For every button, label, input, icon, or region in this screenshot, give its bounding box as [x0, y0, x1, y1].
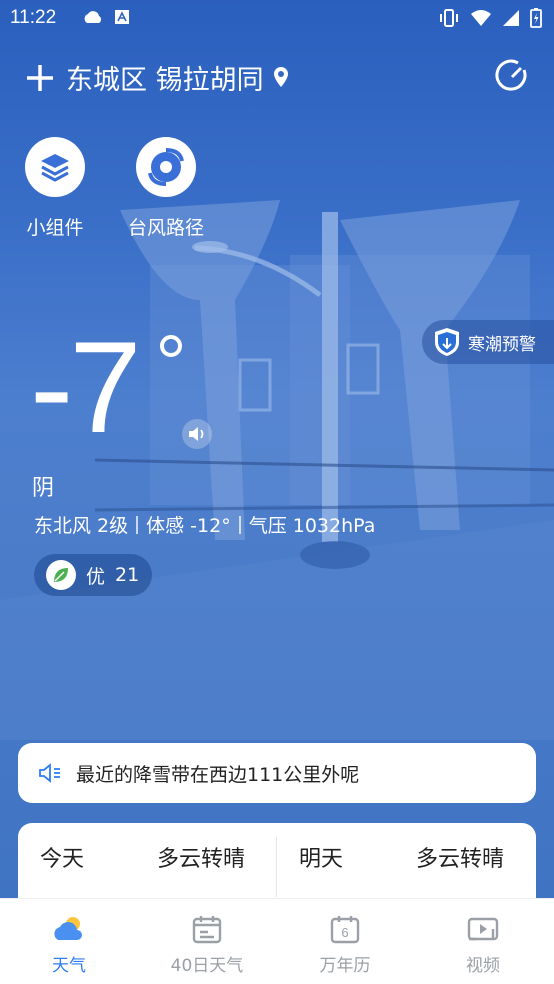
feels-like: 体感 -12° — [146, 515, 231, 537]
tab-40-day-label: 40日天气 — [170, 956, 244, 976]
typhoon-path-label: 台风路径 — [127, 217, 204, 239]
widget-button[interactable]: 小组件 — [5, 137, 105, 240]
typhoon-icon — [148, 148, 184, 186]
alert-shield-icon — [435, 328, 459, 356]
refresh-button[interactable] — [494, 58, 530, 94]
tab-weather-label: 天气 — [52, 956, 86, 976]
weather-details: 东北风 2级 体感 -12° 气压 1032hPa — [34, 511, 375, 538]
widget-label: 小组件 — [26, 217, 84, 239]
wind-info: 东北风 2级 — [34, 515, 129, 537]
aqi-value: 21 — [115, 564, 140, 586]
calendar-icon: 6 — [330, 916, 360, 944]
calendar-40-icon — [192, 916, 222, 944]
tab-almanac-label: 万年历 — [319, 956, 371, 976]
wifi-icon — [471, 10, 491, 26]
today-label: 今天 — [40, 847, 85, 872]
video-icon — [467, 917, 499, 941]
pressure: 气压 1032hPa — [248, 515, 376, 537]
layers-icon — [41, 154, 69, 182]
voice-broadcast-button[interactable] — [182, 419, 212, 449]
tomorrow-label: 明天 — [299, 847, 344, 872]
vibrate-icon — [440, 9, 458, 27]
tab-video-label: 视频 — [466, 956, 500, 976]
location-name: 东城区 锡拉胡同 — [66, 65, 264, 96]
notice-text: 最近的降雪带在西边111公里外呢 — [76, 763, 360, 786]
alert-label: 寒潮预警 — [468, 334, 536, 355]
status-bar: 11:22 — [0, 0, 554, 38]
battery-icon — [530, 8, 542, 28]
divider — [136, 515, 139, 534]
today-condition: 多云转晴 — [157, 847, 246, 872]
tab-weather[interactable]: 天气 — [0, 911, 138, 976]
forecast-divider — [276, 837, 277, 897]
calendar-day-number: 6 — [341, 925, 348, 940]
bottom-tab-bar: 天气 40日天气 6 万年历 视频 — [0, 898, 554, 984]
signal-icon — [503, 10, 519, 26]
tab-40-day-weather[interactable]: 40日天气 — [138, 911, 276, 976]
typhoon-path-button[interactable]: 台风路径 — [116, 137, 216, 240]
tomorrow-condition: 多云转晴 — [416, 847, 505, 872]
broadcast-icon — [39, 763, 60, 783]
weather-notice[interactable]: 最近的降雪带在西边111公里外呢 — [18, 743, 536, 803]
weather-condition: 阴 — [32, 476, 55, 501]
status-time: 11:22 — [10, 7, 57, 28]
tab-video[interactable]: 视频 — [414, 911, 552, 976]
aqi-label: 优 — [86, 565, 106, 588]
current-temperature: -7 — [30, 314, 142, 460]
weather-icon — [54, 917, 82, 940]
tab-almanac[interactable]: 6 万年历 — [276, 911, 414, 976]
degree-symbol — [160, 335, 182, 357]
location-selector[interactable]: 东城区 锡拉胡同 — [66, 58, 290, 97]
top-bar: 东城区 锡拉胡同 — [0, 52, 554, 102]
location-pin-icon — [273, 66, 288, 87]
cloud-icon — [84, 11, 102, 23]
cold-wave-alert-button[interactable]: 寒潮预警 — [422, 320, 554, 364]
divider — [238, 515, 241, 534]
speaker-icon — [189, 427, 204, 441]
leaf-icon — [46, 560, 76, 590]
app-notification-icon — [115, 10, 129, 24]
air-quality-button[interactable]: 优 21 — [34, 554, 152, 596]
add-city-button[interactable] — [22, 60, 58, 96]
